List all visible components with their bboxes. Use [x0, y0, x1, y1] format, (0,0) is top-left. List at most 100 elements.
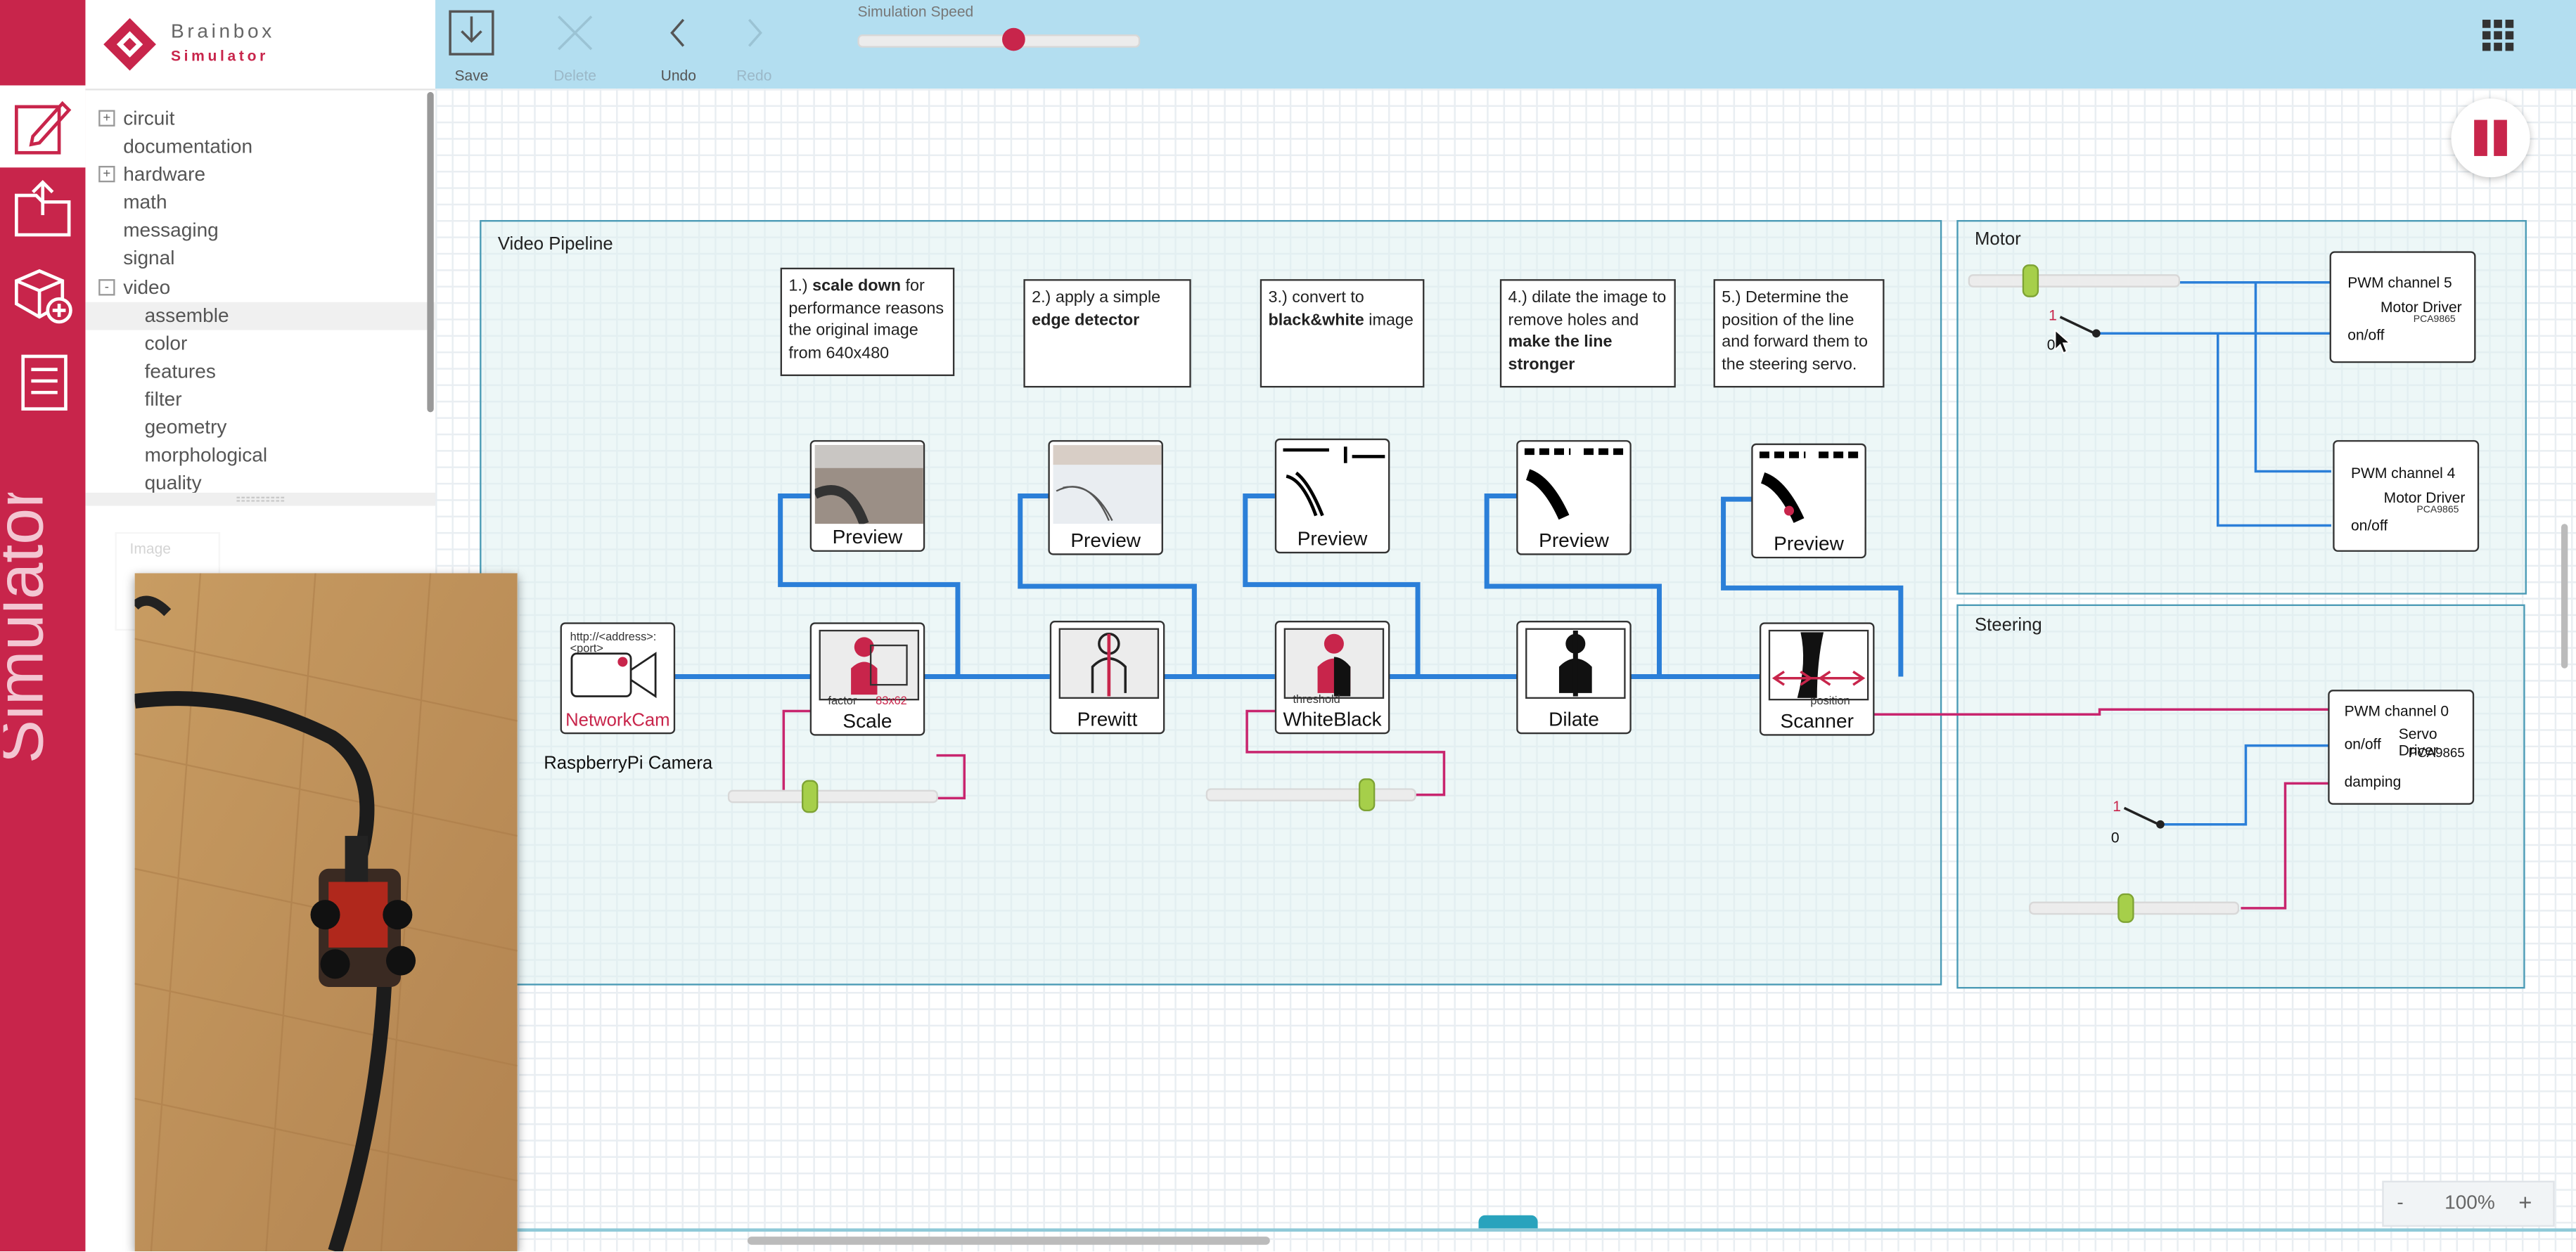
preview-dilate-node[interactable]: Preview [1516, 440, 1632, 555]
redo-button[interactable]: Redo [719, 10, 788, 84]
position-port: position [1810, 696, 1850, 708]
steering-switch-high: 1 [2113, 798, 2121, 815]
tree-item-label: circuit [123, 106, 175, 130]
steering-slider[interactable] [2029, 893, 2240, 923]
person-bw-icon [1283, 628, 1385, 699]
tree-item-signal[interactable]: signal [85, 245, 435, 273]
tree-item-label: messaging [123, 219, 219, 243]
tree-item-color[interactable]: color [85, 330, 435, 358]
note-2-bold: edge detector [1032, 311, 1140, 330]
delete-button[interactable]: Delete [541, 10, 610, 84]
tree-item-filter[interactable]: filter [85, 386, 435, 414]
network-cam-label: NetworkCam [565, 711, 670, 731]
servo-driver-node[interactable]: PWM channel 0 Servo Driver on/off PCA986… [2328, 690, 2475, 805]
whiteblack-node[interactable]: threshold WhiteBlack [1274, 621, 1390, 735]
tree-item-label: quality [144, 471, 202, 495]
prewitt-node[interactable]: Prewitt [1049, 621, 1165, 735]
preview-whiteblack-node[interactable]: Preview [1274, 438, 1390, 554]
tree-scrollbar[interactable] [427, 91, 434, 413]
connection-wires [673, 281, 2331, 910]
save-button[interactable]: Save [437, 10, 506, 84]
apps-grid-icon[interactable] [2482, 20, 2516, 53]
redo-label: Redo [736, 67, 772, 84]
note-scanner[interactable]: 5.) Determine the position of the line a… [1713, 279, 1885, 388]
edge-preview-image [1053, 445, 1162, 524]
brand-name: Brainbox [170, 20, 276, 43]
add-shape-button[interactable] [0, 253, 85, 335]
motor-speed-slider[interactable] [1968, 264, 2181, 297]
tree-item-morphological[interactable]: morphological [85, 442, 435, 470]
tree-item-geometry[interactable]: geometry [85, 414, 435, 442]
scanner-node[interactable]: position Scanner [1759, 622, 1875, 736]
horizontal-scrollbar[interactable] [747, 1237, 1270, 1245]
tree-item-video[interactable]: - video [85, 273, 435, 302]
dilate-node[interactable]: Dilate [1516, 621, 1632, 735]
edit-mode-button[interactable] [0, 85, 86, 168]
circuit-canvas[interactable]: Video Pipeline Motor Steering 1.) scale … [435, 89, 2576, 1252]
scale-node[interactable]: factor 83x62 Scale [809, 622, 925, 736]
bottom-drawer-line [435, 1228, 2576, 1232]
undo-button[interactable]: Undo [644, 10, 713, 84]
brand-subtitle: Simulator [170, 47, 269, 65]
bottom-drawer-handle[interactable] [1478, 1215, 1538, 1229]
steering-slider-thumb[interactable] [2117, 893, 2134, 923]
tree-item-documentation[interactable]: documentation [85, 133, 435, 161]
dilate-label: Dilate [1549, 707, 1599, 731]
tree-item-math[interactable]: math [85, 189, 435, 217]
camera-caption: RaspberryPi Camera [544, 754, 713, 774]
scale-factor-slider[interactable] [727, 780, 938, 813]
tree-item-label: video [123, 275, 171, 299]
zoom-in-button[interactable]: + [2518, 1189, 2532, 1215]
zoom-out-button[interactable]: - [2397, 1191, 2403, 1214]
folder-open-icon [15, 180, 71, 237]
scale-slider-thumb[interactable] [801, 780, 819, 813]
collapse-icon[interactable]: - [98, 278, 115, 295]
motor-slider-thumb[interactable] [2021, 264, 2039, 297]
expand-icon[interactable]: + [98, 110, 115, 127]
tree-item-hardware[interactable]: + hardware [85, 161, 435, 189]
servo-damping: damping [2344, 773, 2402, 790]
network-cam-node[interactable]: http://<address>:<port> NetworkCam [560, 622, 676, 735]
note-4-bold: make the line stronger [1508, 333, 1613, 374]
tree-item-features[interactable]: features [85, 358, 435, 386]
threshold-slider[interactable] [1205, 778, 1416, 812]
expand-icon[interactable]: + [98, 166, 115, 183]
tree-item-label: documentation [123, 134, 253, 158]
drag-handle-icon [236, 496, 286, 502]
note-1-bold: scale down [812, 277, 902, 296]
tree-item-label: filter [144, 387, 182, 411]
open-file-button[interactable] [0, 167, 85, 250]
note-dilate[interactable]: 4.) dilate the image to remove holes and… [1499, 279, 1676, 388]
whiteblack-label: WhiteBlack [1283, 707, 1382, 731]
preview-prewitt-node[interactable]: Preview [1048, 440, 1163, 555]
delete-label: Delete [553, 67, 597, 84]
line-scanner-icon [1768, 629, 1869, 701]
scale-factor-port: factor [828, 696, 857, 708]
list-view-button[interactable] [0, 338, 85, 420]
rail-title: Simulator [4, 493, 57, 763]
floor-preview-image [814, 445, 923, 524]
note-scale-down[interactable]: 1.) scale down for performance reasons t… [780, 267, 955, 376]
camera-preview-window[interactable] [134, 573, 518, 1252]
threshold-slider-thumb[interactable] [1358, 778, 1375, 812]
motor-driver-5-node[interactable]: PWM channel 5 Motor Driver PCA9865 on/of… [2329, 251, 2476, 363]
note-edge-detector[interactable]: 2.) apply a simple edge detector [1023, 279, 1191, 388]
note-5-text: 5.) Determine the position of the line a… [1722, 289, 1868, 374]
speed-slider-thumb[interactable] [1001, 27, 1025, 51]
tree-item-messaging[interactable]: messaging [85, 217, 435, 245]
brainbox-logo-icon [103, 18, 156, 71]
tree-item-assemble[interactable]: assemble [85, 302, 436, 330]
svg-text:Simulator: Simulator [4, 493, 57, 763]
prewitt-label: Prewitt [1077, 707, 1138, 731]
vertical-scrollbar[interactable] [2561, 524, 2568, 669]
chevron-left-icon [670, 18, 685, 47]
simulation-speed-slider[interactable] [857, 27, 1141, 51]
preview-scale-node[interactable]: Preview [809, 440, 925, 552]
preview-label: Preview [1070, 529, 1141, 552]
panel-splitter[interactable] [85, 492, 436, 506]
preview-scanner-node[interactable]: Preview [1751, 443, 1866, 559]
palette-tree: + circuit documentation + hardware math messag… [85, 105, 436, 498]
motor-driver-4-node[interactable]: PWM channel 4 Motor Driver PCA9865 on/of… [2333, 440, 2480, 552]
note-black-white[interactable]: 3.) convert to black&white image [1260, 279, 1425, 388]
tree-item-circuit[interactable]: + circuit [85, 105, 435, 134]
